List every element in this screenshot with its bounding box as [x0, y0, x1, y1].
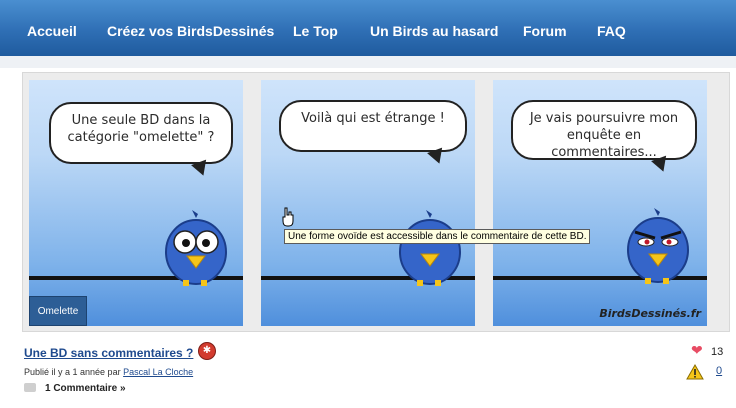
author-link[interactable]: Pascal La Cloche — [123, 367, 193, 377]
comic-panel-1: Une seule BD dans la catégorie "omelette… — [29, 80, 243, 326]
comic-panel-3: Je vais poursuivre mon enquête en commen… — [493, 80, 707, 326]
tooltip: Une forme ovoïde est accessible dans le … — [284, 229, 591, 244]
report-count[interactable]: 0 — [716, 365, 722, 377]
bird-suspicious — [627, 208, 689, 284]
nav-accueil[interactable]: Accueil — [27, 23, 77, 39]
speech-bubble: Je vais poursuivre mon enquête en commen… — [511, 100, 697, 160]
warning-icon[interactable] — [686, 364, 704, 380]
meta-prefix: Publié il y a 1 année par — [24, 367, 121, 377]
main-nav: Accueil Créez vos BirdsDessinés Le Top U… — [0, 0, 736, 57]
post-title[interactable]: Une BD sans commentaires ? — [24, 346, 193, 360]
nav-top[interactable]: Le Top — [293, 23, 338, 39]
comment-icon — [24, 383, 36, 392]
comic-panel-2: Voilà qui est étrange ! — [261, 80, 475, 326]
hand-cursor-icon — [282, 207, 294, 227]
award-badge-icon: ✱ — [198, 342, 216, 360]
comic-strip[interactable]: Une seule BD dans la catégorie "omelette… — [22, 72, 730, 332]
nav-creer[interactable]: Créez vos BirdsDessinés — [107, 23, 274, 39]
nav-faq[interactable]: FAQ — [597, 23, 626, 39]
comments-link[interactable]: 1 Commentaire » — [45, 383, 126, 394]
nav-forum[interactable]: Forum — [523, 23, 567, 39]
likes-count: 13 — [711, 346, 724, 358]
category-tag[interactable]: Omelette — [29, 296, 87, 326]
bird-surprised — [165, 210, 227, 286]
heart-icon[interactable]: ❤ — [691, 342, 703, 359]
speech-bubble: Une seule BD dans la catégorie "omelette… — [49, 102, 233, 164]
speech-bubble: Voilà qui est étrange ! — [279, 100, 467, 152]
nav-hasard[interactable]: Un Birds au hasard — [370, 23, 498, 39]
site-logo: BirdsDessinés.fr — [599, 307, 701, 320]
nav-shadow — [0, 56, 736, 68]
post-meta: Publié il y a 1 année par Pascal La Cloc… — [24, 367, 193, 377]
bird-thinking — [399, 210, 461, 286]
